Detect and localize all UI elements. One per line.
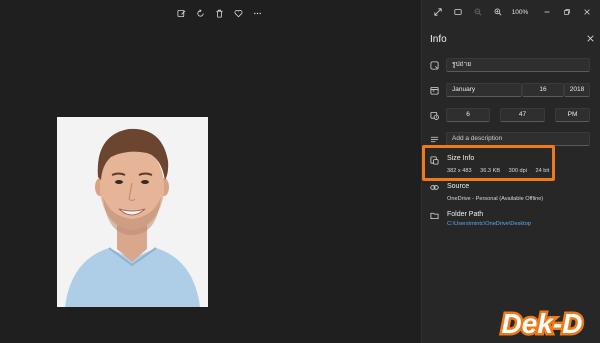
folder-path-title: Folder Path — [447, 211, 484, 218]
expand-icon — [434, 8, 442, 16]
rotate-button[interactable] — [191, 7, 210, 19]
panel-title: Info — [430, 34, 447, 45]
zoom-level[interactable]: 100% — [508, 9, 532, 16]
size-info-title: Size Info — [447, 155, 475, 162]
image-size-icon — [430, 156, 439, 165]
favorite-button[interactable] — [229, 7, 248, 19]
date-day-select[interactable]: 16 — [522, 83, 564, 97]
image-toolbar — [172, 7, 267, 19]
zoom-out-icon — [474, 8, 482, 16]
link-icon — [430, 183, 439, 192]
zoom-in-button[interactable] — [488, 5, 508, 19]
image-file-icon — [430, 61, 439, 70]
restore-icon — [564, 9, 570, 15]
date-year-select[interactable]: 2018 — [564, 83, 590, 97]
delete-button[interactable] — [210, 7, 229, 19]
source-title: Source — [447, 183, 470, 190]
clock-icon — [430, 111, 439, 120]
close-window-button[interactable] — [577, 5, 597, 19]
description-field[interactable]: Add a description — [446, 132, 590, 146]
portrait-photo — [57, 117, 208, 307]
close-icon — [586, 34, 594, 42]
edit-icon — [177, 9, 186, 17]
folder-path-link[interactable]: C:\Users\mintc\OneDrive\Desktop — [447, 221, 531, 227]
minimize-button[interactable] — [537, 5, 557, 19]
close-info-button[interactable] — [585, 33, 595, 43]
favorite-icon — [234, 9, 243, 17]
minimize-icon — [544, 11, 550, 13]
close-icon — [584, 9, 590, 15]
size-info-details: 382 x 483 36.3 KB 300 dpi 24 bit — [447, 168, 556, 174]
zoom-in-icon — [494, 8, 502, 16]
view-controls: 100% — [428, 5, 597, 19]
image-dpi: 300 dpi — [508, 168, 527, 174]
date-month-select[interactable]: January — [446, 83, 522, 97]
fit-window-icon — [454, 9, 462, 15]
more-icon — [254, 12, 261, 14]
svg-text:Dek-D: Dek-D — [502, 308, 583, 339]
photo-viewer — [0, 0, 421, 343]
rotate-icon — [197, 8, 204, 17]
dek-d-logo: Dek-D — [488, 306, 596, 342]
more-options-button[interactable] — [248, 7, 267, 19]
folder-icon — [430, 211, 439, 220]
info-panel: 100% Info รูปถ่าย January 16 2018 6 47 P… — [421, 0, 600, 343]
delete-icon — [216, 9, 223, 18]
image-dimensions: 382 x 483 — [447, 168, 472, 174]
restore-button[interactable] — [557, 5, 577, 19]
zoom-out-button[interactable] — [468, 5, 488, 19]
fit-to-window-button[interactable] — [448, 5, 468, 19]
edit-image-button[interactable] — [172, 7, 191, 19]
source-value: OneDrive - Personal (Available Offline) — [447, 196, 544, 202]
time-hour-select[interactable]: 6 — [446, 108, 490, 122]
fullscreen-button[interactable] — [428, 5, 448, 19]
time-ampm-select[interactable]: PM — [555, 108, 590, 122]
file-size: 36.3 KB — [480, 168, 501, 174]
calendar-icon — [430, 86, 439, 95]
bit-depth: 24 bit — [535, 168, 550, 174]
time-minute-select[interactable]: 47 — [500, 108, 545, 122]
description-icon — [430, 135, 439, 144]
file-name-field[interactable]: รูปถ่าย — [446, 58, 590, 72]
